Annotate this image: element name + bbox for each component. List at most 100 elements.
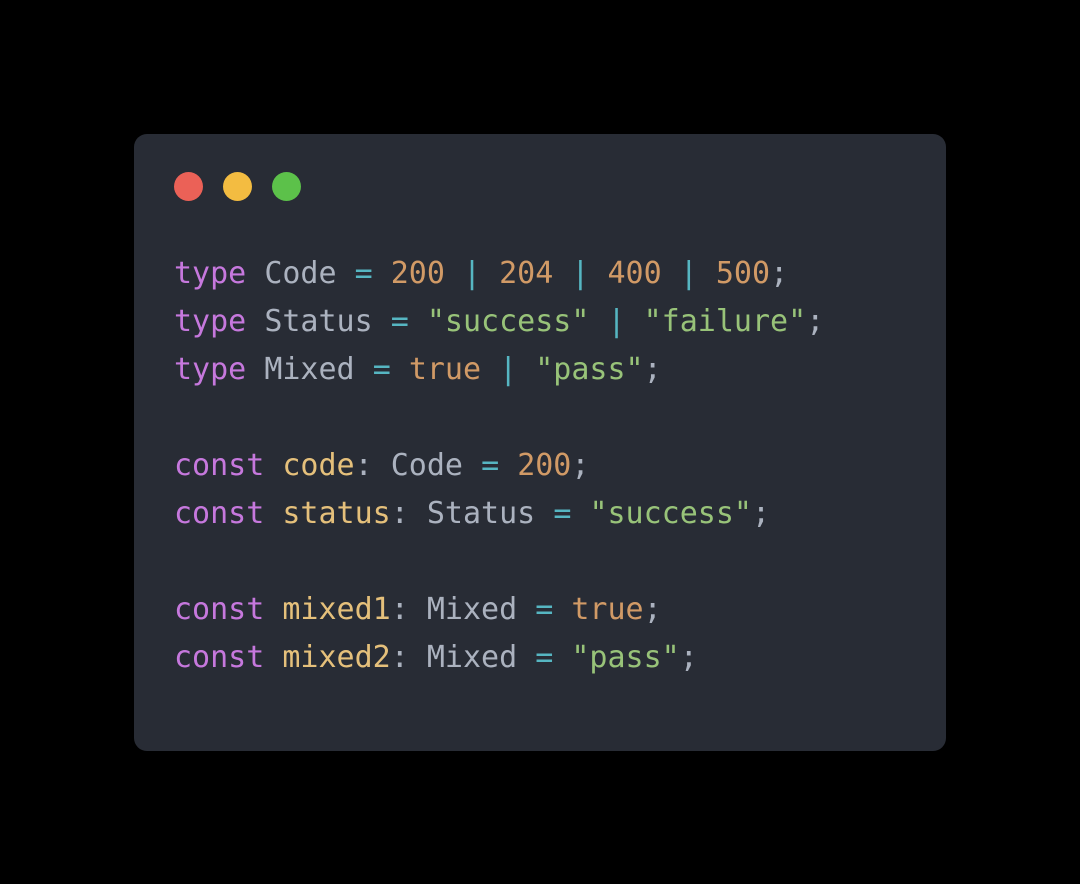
code-token-var: code xyxy=(282,447,355,483)
code-token-punct: : xyxy=(390,495,409,531)
code-snippet-card: type Code = 200 | 204 | 400 | 500; type S… xyxy=(134,133,946,751)
close-window-button[interactable] xyxy=(174,172,203,201)
code-token-operator: = xyxy=(481,447,500,483)
code-token-punct: ; xyxy=(643,591,662,627)
code-token-number: 200 xyxy=(390,255,445,291)
code-token-type: Mixed xyxy=(264,351,355,387)
code-token-type: Mixed xyxy=(426,639,518,675)
code-token-number: 204 xyxy=(499,255,554,291)
code-token-boolean: true xyxy=(408,351,482,387)
code-token-string: "failure" xyxy=(643,303,807,339)
code-token-operator: | xyxy=(607,303,626,339)
code-token-var: status xyxy=(282,495,391,531)
code-token-keyword: type xyxy=(174,303,247,339)
code-token-number: 500 xyxy=(715,255,771,291)
code-line: const code: Code = 200; xyxy=(174,442,906,490)
code-token-var: mixed1 xyxy=(282,591,391,627)
code-token-type: Mixed xyxy=(426,591,518,627)
code-token-keyword: const xyxy=(174,447,265,483)
code-token-operator: | xyxy=(679,255,698,291)
code-token-type: Code xyxy=(264,255,337,291)
code-token-operator: | xyxy=(463,255,482,291)
code-block[interactable]: type Code = 200 | 204 | 400 | 500; type S… xyxy=(174,250,906,682)
code-token-type: Status xyxy=(264,303,373,339)
code-token-keyword: const xyxy=(174,591,265,627)
code-token-operator: | xyxy=(571,255,590,291)
code-token-string: "pass" xyxy=(571,639,680,675)
code-line: const mixed2: Mixed = "pass"; xyxy=(174,634,906,682)
code-token-keyword: type xyxy=(174,255,247,291)
code-token-punct: ; xyxy=(571,447,590,483)
code-token-punct: ; xyxy=(679,639,698,675)
code-token-operator: = xyxy=(390,303,409,339)
code-token-type: Status xyxy=(426,495,536,531)
code-token-punct: : xyxy=(390,639,409,675)
code-line: type Code = 200 | 204 | 400 | 500; xyxy=(174,250,906,298)
code-line: type Mixed = true | "pass"; xyxy=(174,346,906,394)
page-background: type Code = 200 | 204 | 400 | 500; type S… xyxy=(0,0,1080,884)
code-token-punct: ; xyxy=(806,303,825,339)
code-token-keyword: type xyxy=(174,351,247,387)
maximize-window-button[interactable] xyxy=(272,172,301,201)
code-token-operator: = xyxy=(553,495,572,531)
code-token-type: Code xyxy=(390,447,463,483)
code-line: type Status = "success" | "failure"; xyxy=(174,298,906,346)
code-line: const status: Status = "success"; xyxy=(174,490,906,538)
code-line: const mixed1: Mixed = true; xyxy=(174,586,906,634)
code-token-operator: = xyxy=(535,639,554,675)
code-token-number: 200 xyxy=(517,447,572,483)
code-token-keyword: const xyxy=(174,639,265,675)
code-token-operator: = xyxy=(372,351,391,387)
code-token-punct: ; xyxy=(752,495,771,531)
code-token-punct: ; xyxy=(770,255,789,291)
code-token-string: "success" xyxy=(426,303,590,339)
code-token-boolean: true xyxy=(571,591,644,627)
code-token-string: "success" xyxy=(589,495,752,531)
window-titlebar xyxy=(174,172,906,202)
code-token-var: mixed2 xyxy=(282,639,391,675)
code-token-keyword: const xyxy=(174,495,265,531)
code-token-string: "pass" xyxy=(535,351,644,387)
code-token-operator: = xyxy=(354,255,373,291)
code-token-number: 400 xyxy=(607,255,662,291)
code-token-punct: : xyxy=(354,447,373,483)
code-token-punct: ; xyxy=(643,351,662,387)
minimize-window-button[interactable] xyxy=(223,172,252,201)
